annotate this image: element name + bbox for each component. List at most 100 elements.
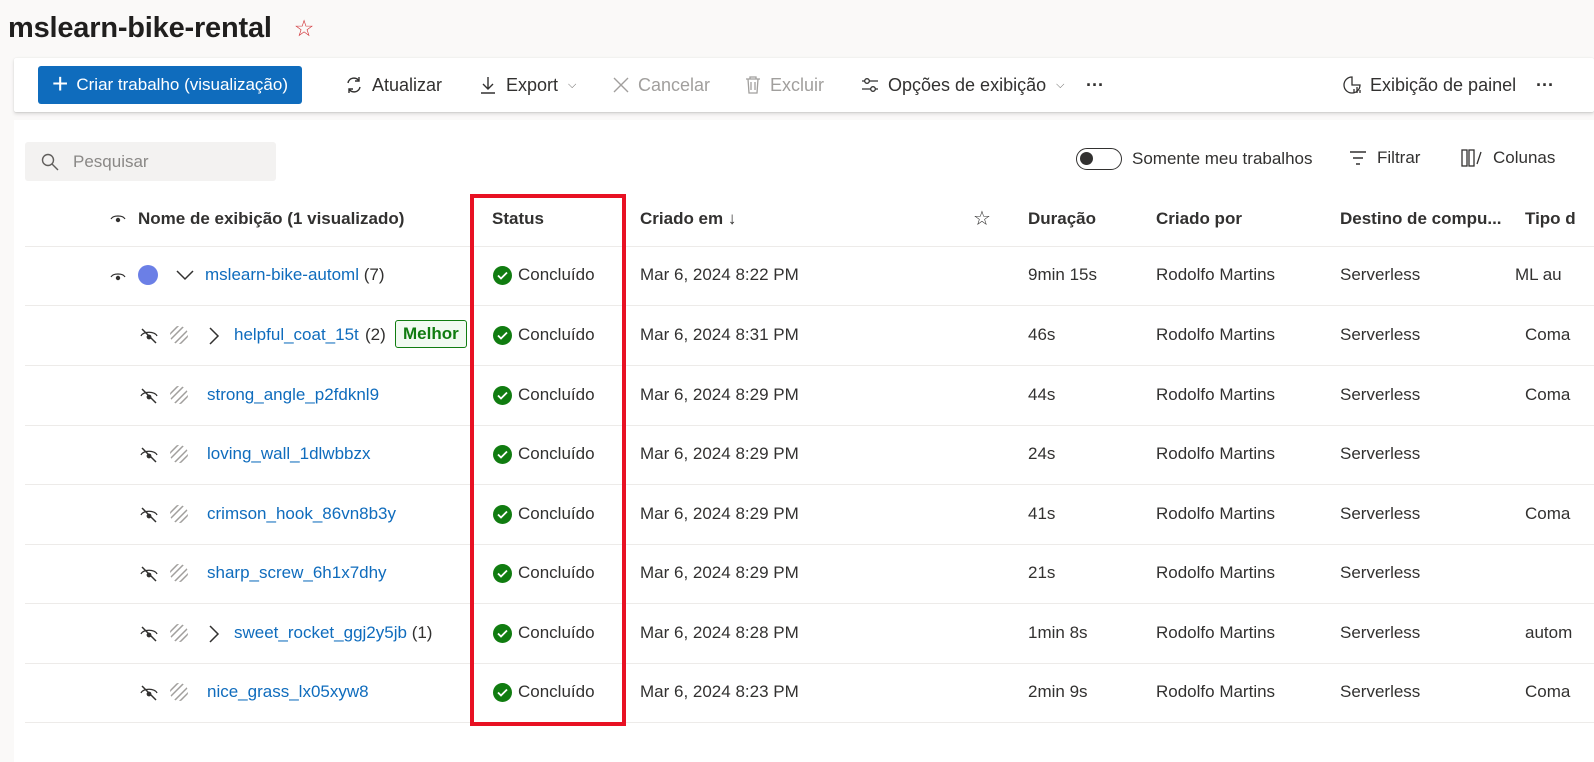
run-color-dot[interactable] xyxy=(138,265,158,285)
eye-off-icon[interactable] xyxy=(140,328,158,344)
eye-off-icon[interactable] xyxy=(140,566,158,582)
only-my-jobs-toggle[interactable]: Somente meu trabalhos xyxy=(1076,148,1313,170)
filter-button[interactable]: Filtrar xyxy=(1349,148,1420,168)
created-by: Rodolfo Martins xyxy=(1156,682,1276,701)
search-input[interactable]: Pesquisar xyxy=(73,152,149,172)
eye-off-icon[interactable] xyxy=(140,447,158,463)
settings-sliders-icon xyxy=(862,78,878,92)
favorite-star-icon[interactable]: ☆ xyxy=(294,16,315,40)
column-header-type[interactable]: Tipo d xyxy=(1525,209,1576,229)
column-header-name[interactable]: Nome de exibição (1 visualizado) xyxy=(138,209,404,229)
column-header-created[interactable]: Criado em ↓ xyxy=(640,209,736,229)
run-name-link[interactable]: strong_angle_p2fdknl9 xyxy=(207,385,379,404)
filter-icon xyxy=(1350,151,1366,165)
job-type: autom xyxy=(1525,623,1573,642)
page-title: mslearn-bike-rental xyxy=(8,11,272,44)
plus-icon: + xyxy=(52,67,69,99)
eye-icon[interactable] xyxy=(110,271,126,283)
created-date: Mar 6, 2024 8:29 PM xyxy=(640,385,799,404)
cancel-button[interactable]: Cancelar xyxy=(612,67,710,103)
table-row[interactable]: strong_angle_p2fdknl9 Concluído Mar 6, 2… xyxy=(25,366,1594,426)
compute-target: Serverless xyxy=(1340,265,1421,284)
striped-color-swatch-icon[interactable] xyxy=(169,623,189,643)
created-by: Rodolfo Martins xyxy=(1156,563,1276,582)
more-options-button[interactable]: ··· xyxy=(1536,67,1554,103)
run-name-link[interactable]: helpful_coat_15tl xyxy=(234,325,359,344)
eye-off-icon[interactable] xyxy=(140,626,158,642)
column-header-created-by[interactable]: Criado por xyxy=(1156,209,1242,229)
created-date: Mar 6, 2024 8:28 PM xyxy=(640,623,799,642)
table-row[interactable]: loving_wall_1dlwbbzx Concluído Mar 6, 20… xyxy=(25,425,1594,485)
created-by: Rodolfo Martins xyxy=(1156,385,1276,404)
compute-target: Serverless xyxy=(1340,444,1421,463)
child-count: (1) xyxy=(411,623,433,642)
dashboard-view-button[interactable]: Exibição de painel xyxy=(1342,67,1516,103)
columns-button[interactable]: Colunas xyxy=(1461,148,1555,168)
status-column-highlight xyxy=(470,194,626,726)
run-name-link[interactable]: sharp_screw_6h1x7dhy xyxy=(207,563,387,582)
duration: 2min 9s xyxy=(1028,682,1088,701)
created-date: Mar 6, 2024 8:29 PM xyxy=(640,504,799,523)
chevron-down-icon: ⌵ xyxy=(1056,78,1065,91)
refresh-button[interactable]: Atualizar xyxy=(344,67,442,103)
eye-off-icon[interactable] xyxy=(140,388,158,404)
created-by: Rodolfo Martins xyxy=(1156,265,1276,284)
table-row[interactable]: nice_grass_lx05xyw8 Concluído Mar 6, 202… xyxy=(25,663,1594,723)
compute-target: Serverless xyxy=(1340,682,1421,701)
striped-color-swatch-icon[interactable] xyxy=(169,385,189,405)
job-type: Coma xyxy=(1525,682,1571,701)
created-date: Mar 6, 2024 8:29 PM xyxy=(640,444,799,463)
striped-color-swatch-icon[interactable] xyxy=(169,563,189,583)
table-row[interactable]: mslearn-bike-automl (7) Concluído Mar 6,… xyxy=(25,246,1594,306)
striped-color-swatch-icon[interactable] xyxy=(169,444,189,464)
duration: 24s xyxy=(1028,444,1056,463)
chevron-right-icon[interactable] xyxy=(207,326,221,346)
run-name-link[interactable]: sweet_rocket_ggj2y5jb xyxy=(234,623,407,642)
command-bar: + Criar trabalho (visualização) Atualiza… xyxy=(14,58,1594,112)
run-name-link[interactable]: nice_grass_lx05xyw8 xyxy=(207,682,369,701)
table-row[interactable]: helpful_coat_15tl (2) Melhor Concluído M… xyxy=(25,306,1594,366)
run-name-link[interactable]: loving_wall_1dlwbbzx xyxy=(207,444,370,463)
striped-color-swatch-icon[interactable] xyxy=(169,504,189,524)
toggle-switch[interactable] xyxy=(1076,148,1122,170)
created-date: Mar 6, 2024 8:22 PM xyxy=(640,265,799,284)
chevron-right-icon[interactable] xyxy=(207,624,221,644)
trash-icon xyxy=(746,76,760,94)
download-icon xyxy=(481,77,495,94)
table-row[interactable]: sharp_screw_6h1x7dhy Concluído Mar 6, 20… xyxy=(25,544,1594,604)
run-name-link[interactable]: mslearn-bike-automl xyxy=(205,265,359,284)
column-header-duration[interactable]: Duração xyxy=(1028,209,1096,229)
job-type: Coma xyxy=(1525,504,1571,523)
child-count: (7) xyxy=(363,265,385,284)
table-row[interactable]: crimson_hook_86vn8b3y Concluído Mar 6, 2… xyxy=(25,485,1594,545)
eye-off-icon[interactable] xyxy=(140,507,158,523)
table-row[interactable]: sweet_rocket_ggj2y5jb (1) Concluído Mar … xyxy=(25,604,1594,664)
view-options-button[interactable]: Opções de exibição ⌵ xyxy=(860,67,1064,103)
job-type: Coma xyxy=(1525,325,1571,344)
star-icon[interactable]: ☆ xyxy=(973,206,991,231)
run-name-link[interactable]: crimson_hook_86vn8b3y xyxy=(207,504,396,523)
eye-icon[interactable] xyxy=(110,213,126,225)
delete-button[interactable]: Excluir xyxy=(744,67,824,103)
best-model-badge: Melhor xyxy=(395,320,467,348)
close-icon xyxy=(613,77,629,93)
export-button[interactable]: Export ⌵ xyxy=(478,67,576,103)
chevron-down-icon[interactable] xyxy=(175,268,195,282)
created-by: Rodolfo Martins xyxy=(1156,623,1276,642)
duration: 9min 15s xyxy=(1028,265,1097,284)
create-job-button[interactable]: + Criar trabalho (visualização) xyxy=(38,66,302,104)
page-header: mslearn-bike-rental ☆ xyxy=(8,8,314,48)
eye-off-icon[interactable] xyxy=(140,685,158,701)
dashboard-chart-icon xyxy=(1343,76,1361,94)
chevron-down-icon: ⌵ xyxy=(568,78,577,91)
job-type: Coma xyxy=(1525,385,1571,404)
duration: 1min 8s xyxy=(1028,623,1088,642)
created-date: Mar 6, 2024 8:31 PM xyxy=(640,325,799,344)
search-box[interactable]: Pesquisar xyxy=(25,142,276,181)
more-actions-button[interactable]: ··· xyxy=(1086,67,1104,103)
job-type: ML au xyxy=(1515,265,1562,284)
created-by: Rodolfo Martins xyxy=(1156,325,1276,344)
striped-color-swatch-icon[interactable] xyxy=(169,325,189,345)
striped-color-swatch-icon[interactable] xyxy=(169,682,189,702)
column-header-compute[interactable]: Destino de compu... xyxy=(1340,209,1502,229)
